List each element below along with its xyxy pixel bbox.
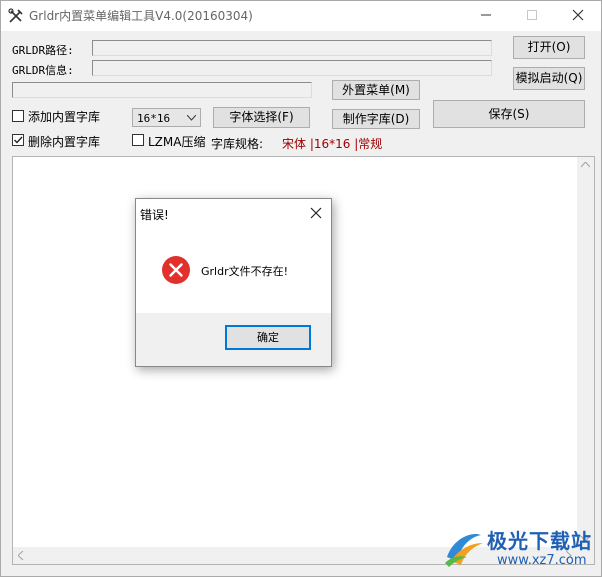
ok-button[interactable]: 确定	[225, 325, 311, 350]
add-font-checkbox[interactable]	[12, 110, 24, 122]
close-button[interactable]	[555, 1, 600, 31]
minimize-icon	[480, 14, 491, 16]
open-button[interactable]: 打开(O)	[513, 36, 585, 59]
maximize-button[interactable]	[509, 1, 554, 31]
font-select-label: 字体选择(F)	[229, 110, 294, 124]
simulate-button[interactable]: 模拟启动(Q)	[513, 67, 585, 90]
watermark-url: www.xz7.com	[497, 553, 587, 568]
save-button[interactable]: 保存(S)	[433, 100, 585, 128]
delete-font-label: 删除内置字库	[28, 135, 101, 149]
scroll-up-icon[interactable]	[581, 162, 590, 168]
make-font-button[interactable]: 制作字库(D)	[332, 109, 420, 129]
info-field[interactable]	[92, 60, 492, 76]
info-label: GRLDR信息:	[12, 64, 74, 77]
window-title: Grldr内置菜单编辑工具V4.0(20160304)	[29, 9, 253, 23]
error-icon	[162, 256, 190, 284]
make-font-label: 制作字库(D)	[342, 112, 410, 126]
font-select-button[interactable]: 字体选择(F)	[213, 107, 310, 128]
close-icon	[572, 9, 583, 21]
font-spec-value: 宋体 |16*16 |常规	[282, 137, 383, 151]
external-menu-button[interactable]: 外置菜单(M)	[332, 80, 420, 100]
size-select-value: 16*16	[137, 112, 171, 125]
ok-button-label: 确定	[257, 331, 279, 344]
external-menu-label: 外置菜单(M)	[342, 83, 410, 97]
maximize-icon	[526, 10, 537, 20]
font-spec-label: 字库规格:	[211, 137, 264, 151]
size-select[interactable]: 16*16	[132, 108, 201, 127]
aurora-logo-icon	[445, 533, 483, 567]
extra-field[interactable]	[12, 82, 312, 98]
lzma-label: LZMA压缩	[148, 135, 206, 149]
save-button-label: 保存(S)	[488, 107, 530, 121]
path-field[interactable]	[92, 40, 492, 56]
vertical-scrollbar[interactable]	[577, 157, 594, 547]
scroll-left-icon[interactable]	[18, 551, 24, 560]
checkmark-icon	[14, 136, 23, 144]
app-window: Grldr内置菜单编辑工具V4.0(20160304) GRLDR路径: GRL…	[0, 0, 602, 577]
delete-font-checkbox[interactable]	[12, 134, 24, 146]
lzma-checkbox[interactable]	[132, 134, 144, 146]
add-font-label: 添加内置字库	[28, 110, 101, 124]
watermark-title: 极光下载站	[487, 529, 592, 553]
tools-icon	[8, 8, 23, 23]
open-button-label: 打开(O)	[527, 40, 571, 54]
dialog-title: 错误!	[140, 208, 169, 222]
simulate-button-label: 模拟启动(Q)	[515, 71, 583, 85]
title-bar: Grldr内置菜单编辑工具V4.0(20160304)	[1, 1, 601, 31]
path-label: GRLDR路径:	[12, 44, 74, 57]
watermark: 极光下载站 www.xz7.com	[441, 523, 601, 573]
dialog-message: Grldr文件不存在!	[201, 265, 289, 278]
minimize-button[interactable]	[463, 1, 508, 31]
error-dialog: 错误! Grldr文件不存在! 确定	[135, 198, 332, 367]
chevron-down-icon	[187, 115, 196, 121]
close-icon[interactable]	[308, 205, 324, 221]
dialog-footer: 确定	[136, 313, 331, 366]
